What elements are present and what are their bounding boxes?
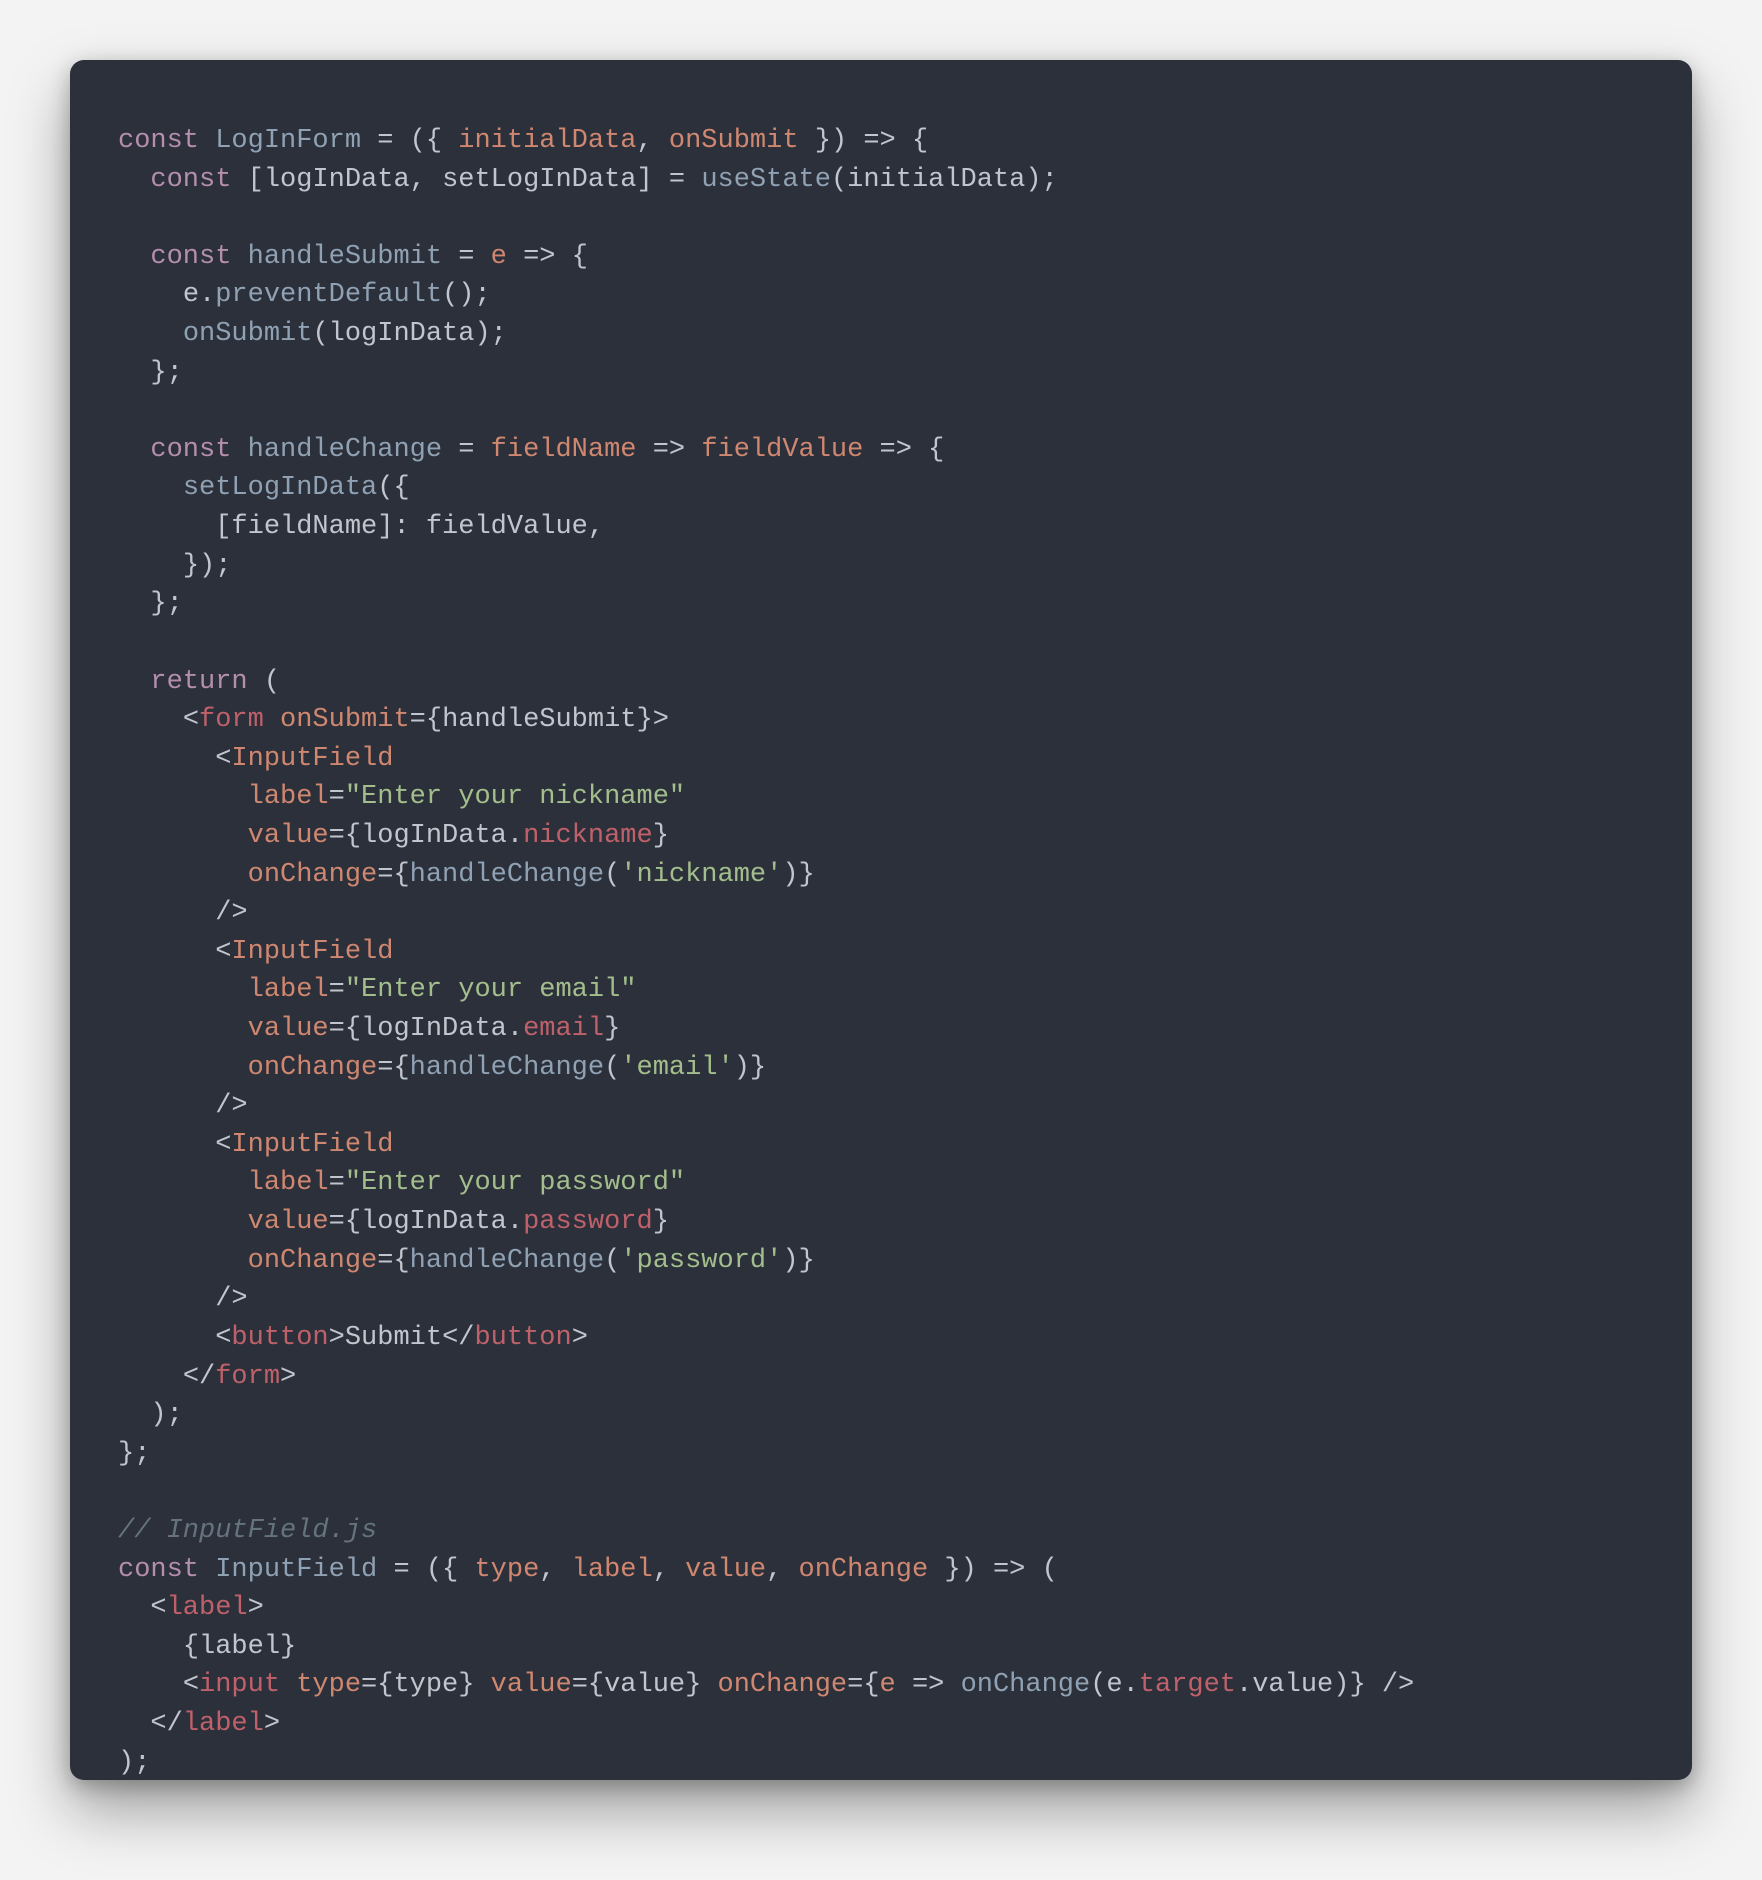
code-line: <button>Submit</button> <box>118 1323 588 1353</box>
code-line: onSubmit(logInData); <box>118 319 507 349</box>
code-line: const LogInForm = ({ initialData, onSubm… <box>118 126 928 156</box>
code-line: {label} <box>118 1632 296 1662</box>
code-line: value={logInData.password} <box>118 1207 669 1237</box>
code-line: <InputField <box>118 937 393 967</box>
code-line: </form> <box>118 1362 296 1392</box>
code-line: }; <box>118 358 183 388</box>
code-line: onChange={handleChange('nickname')} <box>118 860 815 890</box>
code-line: const handleSubmit = e => { <box>118 242 588 272</box>
code-line: value={logInData.nickname} <box>118 821 669 851</box>
code-line: <InputField <box>118 1130 393 1160</box>
code-line: // InputField.js <box>118 1516 377 1546</box>
code-line: const handleChange = fieldName => fieldV… <box>118 435 944 465</box>
code-line: ); <box>118 1748 150 1778</box>
code-line: return ( <box>118 667 280 697</box>
code-line: const InputField = ({ type, label, value… <box>118 1555 1058 1585</box>
code-line: ); <box>118 1400 183 1430</box>
code-line: <form onSubmit={handleSubmit}> <box>118 705 669 735</box>
code-line: label="Enter your nickname" <box>118 782 685 812</box>
code-line: [fieldName]: fieldValue, <box>118 512 604 542</box>
code-line: }; <box>118 589 183 619</box>
code-line: <label> <box>118 1593 264 1623</box>
code-block: const LogInForm = ({ initialData, onSubm… <box>118 122 1644 1780</box>
code-line: label="Enter your password" <box>118 1168 685 1198</box>
page-background: const LogInForm = ({ initialData, onSubm… <box>0 0 1762 1880</box>
code-line: /> <box>118 898 248 928</box>
code-line: }); <box>118 551 231 581</box>
code-line: onChange={handleChange('password')} <box>118 1246 815 1276</box>
code-line: <input type={type} value={value} onChang… <box>118 1670 1414 1700</box>
code-line: <InputField <box>118 744 393 774</box>
code-line: setLogInData({ <box>118 473 410 503</box>
code-line: /> <box>118 1284 248 1314</box>
code-line: }; <box>118 1439 150 1469</box>
code-line: value={logInData.email} <box>118 1014 620 1044</box>
code-line: </label> <box>118 1709 280 1739</box>
code-line: const [logInData, setLogInData] = useSta… <box>118 165 1058 195</box>
code-line: label="Enter your email" <box>118 975 637 1005</box>
code-line: onChange={handleChange('email')} <box>118 1053 766 1083</box>
code-card: const LogInForm = ({ initialData, onSubm… <box>70 60 1692 1780</box>
code-line: e.preventDefault(); <box>118 280 491 310</box>
code-line: /> <box>118 1091 248 1121</box>
